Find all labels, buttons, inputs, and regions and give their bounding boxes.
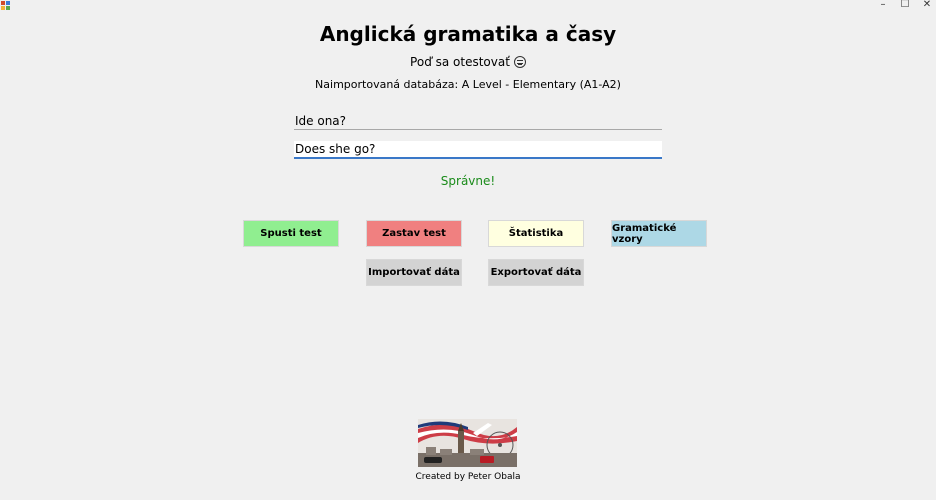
export-data-button[interactable]: Exportovať dáta [488,259,584,286]
app-icon [1,1,10,10]
title-bar: – ☐ ✕ [0,0,936,11]
feedback-text: Správne! [440,174,496,188]
nerd-face-icon [513,56,526,68]
maximize-button[interactable]: ☐ [894,0,916,11]
database-info: Naimportovaná databáza: A Level - Elemen… [315,78,621,91]
london-union-jack-logo [418,419,517,467]
minimize-button[interactable]: – [872,0,894,11]
question-field[interactable] [294,112,662,130]
subtitle-text: Poď sa otestovať [410,55,510,69]
close-button[interactable]: ✕ [916,0,936,11]
page-title: Anglická gramatika a časy [319,22,617,46]
start-test-button[interactable]: Spusti test [243,220,339,247]
answer-input[interactable] [294,141,662,159]
statistics-button[interactable]: Štatistika [488,220,584,247]
grammar-patterns-button[interactable]: Gramatické vzory [611,220,707,247]
subtitle: Poď sa otestovať [0,55,936,69]
import-data-button[interactable]: Importovať dáta [366,259,462,286]
author-credit: Created by Peter Obala [415,472,521,482]
stop-test-button[interactable]: Zastav test [366,220,462,247]
